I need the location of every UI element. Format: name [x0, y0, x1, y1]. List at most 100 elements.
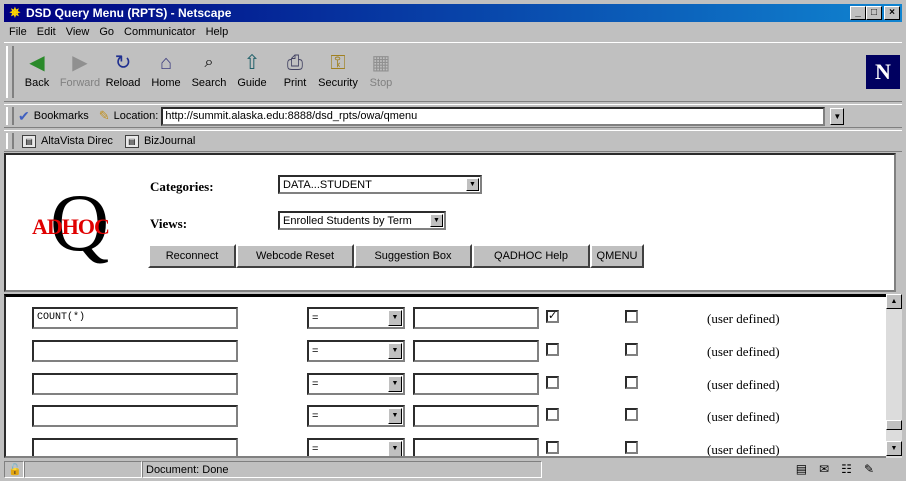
query-row: = ▼ (user defined): [6, 438, 876, 456]
stop-icon: ▦: [371, 52, 391, 74]
url-input[interactable]: http://summit.alaska.edu:8888/dsd_rpts/o…: [161, 106, 826, 126]
menu-bar: File Edit View Go Communicator Help: [4, 23, 902, 41]
print-button[interactable]: ⎙ Print: [276, 43, 314, 89]
categories-label: Categories:: [150, 179, 214, 194]
back-icon: ◀: [29, 52, 45, 74]
print-icon: ⎙: [287, 52, 303, 74]
user-defined-label: (user defined): [707, 344, 780, 359]
security-lock-icon[interactable]: 🔓: [4, 461, 24, 478]
bookmarks-icon[interactable]: ✔: [18, 108, 30, 125]
select-checkbox[interactable]: [546, 441, 559, 454]
column-input[interactable]: COUNT(*): [32, 307, 238, 329]
maximize-icon[interactable]: □: [866, 6, 882, 20]
group-checkbox[interactable]: [625, 441, 638, 454]
bookmark-page-icon: ▤: [124, 134, 139, 148]
value-input[interactable]: [413, 438, 539, 456]
chevron-down-icon: ▼: [388, 343, 402, 359]
menu-file[interactable]: File: [4, 26, 32, 38]
column-input[interactable]: [32, 373, 238, 395]
personal-grip[interactable]: [6, 133, 14, 149]
navigation-toolbar: ◀ Back ▶ Forward ↻ Reload ⌂ Home ⌕ Searc…: [4, 42, 902, 102]
mail-icon[interactable]: ✉: [819, 462, 829, 476]
scroll-thumb[interactable]: [886, 420, 902, 430]
select-checkbox[interactable]: ✓: [546, 310, 559, 323]
query-row: = ▼ (user defined): [6, 405, 876, 429]
guide-button[interactable]: ⇧ Guide: [233, 43, 271, 89]
select-checkbox[interactable]: [546, 343, 559, 356]
guide-icon: ⇧: [243, 52, 261, 74]
minimize-icon[interactable]: _: [850, 6, 866, 20]
operator-select[interactable]: = ▼: [307, 405, 405, 427]
chevron-down-icon: ▼: [388, 408, 402, 424]
security-button[interactable]: ⚿ Security: [318, 43, 358, 89]
netscape-logo-icon[interactable]: N: [866, 55, 900, 89]
netscape-app-icon: ✵: [9, 5, 21, 20]
user-defined-label: (user defined): [707, 409, 780, 424]
scroll-down-icon[interactable]: ▼: [886, 441, 902, 456]
search-button[interactable]: ⌕ Search: [190, 43, 228, 89]
composer-icon[interactable]: ✎: [864, 462, 874, 476]
forward-button[interactable]: ▶ Forward: [60, 43, 100, 89]
personal-toolbar: ▤ AltaVista Direc ▤ BizJournal: [4, 130, 902, 152]
bookmarks-button[interactable]: Bookmarks: [34, 110, 89, 122]
search-icon: ⌕: [204, 54, 214, 71]
group-checkbox[interactable]: [625, 310, 638, 323]
query-row: = ▼ (user defined): [6, 373, 876, 397]
query-row: = ▼ (user defined): [6, 340, 876, 364]
chevron-down-icon: ▼: [388, 376, 402, 392]
reload-button[interactable]: ↻ Reload: [104, 43, 142, 89]
link-altavista[interactable]: ▤ AltaVista Direc: [22, 134, 113, 148]
value-input[interactable]: [413, 340, 539, 362]
close-icon[interactable]: ×: [884, 6, 900, 20]
reconnect-button[interactable]: Reconnect: [148, 244, 236, 268]
query-header-frame: Q ADHOC Categories: DATA...STUDENT ▼ Vie…: [4, 153, 896, 292]
toolbar-grip[interactable]: [6, 46, 14, 98]
location-bar: ✔ Bookmarks ✎ Location: http://summit.al…: [4, 104, 902, 128]
select-checkbox[interactable]: [546, 408, 559, 421]
operator-select[interactable]: = ▼: [307, 307, 405, 329]
location-label: Location:: [113, 110, 159, 122]
operator-select[interactable]: = ▼: [307, 340, 405, 362]
discussion-icon[interactable]: ☷: [841, 462, 852, 476]
operator-select[interactable]: = ▼: [307, 373, 405, 395]
group-checkbox[interactable]: [625, 343, 638, 356]
navigator-icon[interactable]: ▤: [796, 462, 807, 476]
chevron-down-icon: ▼: [466, 178, 479, 191]
column-input[interactable]: [32, 340, 238, 362]
menu-communicator[interactable]: Communicator: [119, 26, 201, 38]
suggestion-box-button[interactable]: Suggestion Box: [354, 244, 472, 268]
user-defined-label: (user defined): [707, 311, 780, 326]
menu-go[interactable]: Go: [94, 26, 119, 38]
url-dropdown-icon[interactable]: ▼: [830, 107, 845, 125]
column-input[interactable]: [32, 405, 238, 427]
location-grip[interactable]: [6, 107, 14, 125]
group-checkbox[interactable]: [625, 376, 638, 389]
column-input[interactable]: [32, 438, 238, 456]
qadhoc-logo: Q ADHOC: [32, 177, 110, 268]
select-checkbox[interactable]: [546, 376, 559, 389]
home-button[interactable]: ⌂ Home: [147, 43, 185, 89]
menu-edit[interactable]: Edit: [32, 26, 61, 38]
operator-select[interactable]: = ▼: [307, 438, 405, 456]
value-input[interactable]: [413, 405, 539, 427]
stop-button[interactable]: ▦ Stop: [362, 43, 400, 89]
query-rows-frame: COUNT(*) = ▼ ✓ (user defined) = ▼ (user de…: [4, 294, 896, 458]
qadhoc-help-button[interactable]: QADHOC Help: [472, 244, 590, 268]
link-bizjournal[interactable]: ▤ BizJournal: [124, 134, 195, 148]
scroll-up-icon[interactable]: ▲: [886, 294, 902, 309]
qmenu-button[interactable]: QMENU: [590, 244, 644, 268]
value-input[interactable]: [413, 307, 539, 329]
chevron-down-icon: ▼: [388, 310, 402, 326]
query-row: COUNT(*) = ▼ ✓ (user defined): [6, 307, 876, 331]
views-select[interactable]: Enrolled Students by Term ▼: [278, 211, 446, 230]
views-label: Views:: [150, 216, 188, 231]
webcode-reset-button[interactable]: Webcode Reset: [236, 244, 354, 268]
menu-view[interactable]: View: [61, 26, 95, 38]
status-text: Document: Done: [142, 461, 542, 478]
categories-select[interactable]: DATA...STUDENT ▼: [278, 175, 482, 194]
group-checkbox[interactable]: [625, 408, 638, 421]
vertical-scrollbar[interactable]: ▲ ▼: [886, 294, 902, 458]
value-input[interactable]: [413, 373, 539, 395]
back-button[interactable]: ◀ Back: [18, 43, 56, 89]
menu-help[interactable]: Help: [201, 26, 234, 38]
